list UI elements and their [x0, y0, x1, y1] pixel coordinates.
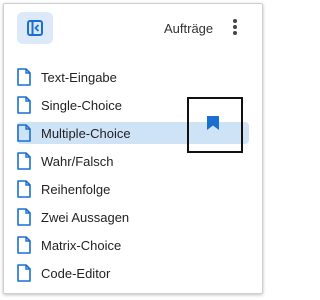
sidebar-toggle-icon	[27, 20, 43, 36]
header-title: Aufträge	[164, 21, 214, 36]
bookmark-icon	[207, 116, 219, 130]
list-item-label: Single-Choice	[41, 97, 122, 113]
list-item[interactable]: Matrix-Choice	[17, 234, 249, 256]
sidebar-toggle-button[interactable]	[17, 12, 53, 44]
list-item-label: Reihenfolge	[41, 181, 111, 197]
more-options-button[interactable]	[226, 15, 244, 39]
list-item[interactable]: Code-Editor	[17, 262, 249, 284]
document-icon	[17, 123, 33, 143]
list-item-label: Matrix-Choice	[41, 237, 122, 253]
list-item[interactable]: Zwei Aussagen	[17, 206, 249, 228]
list-item-label: Text-Eingabe	[41, 69, 117, 85]
list-item[interactable]: Reihenfolge	[17, 178, 249, 200]
list-item-label: Code-Editor	[41, 265, 111, 281]
document-icon	[17, 151, 33, 171]
list-item-label: Multiple-Choice	[41, 125, 131, 141]
document-icon	[17, 67, 33, 87]
list-item-label: Zwei Aussagen	[41, 209, 130, 225]
list-item[interactable]: Wahr/Falsch	[17, 150, 249, 172]
list-item-label: Wahr/Falsch	[41, 153, 114, 169]
document-icon	[17, 263, 33, 283]
document-icon	[17, 179, 33, 199]
bookmark-button[interactable]	[207, 116, 219, 130]
document-icon	[17, 95, 33, 115]
document-icon	[17, 207, 33, 227]
list-item[interactable]: Text-Eingabe	[17, 66, 249, 88]
document-icon	[17, 235, 33, 255]
more-vertical-icon	[233, 19, 237, 35]
